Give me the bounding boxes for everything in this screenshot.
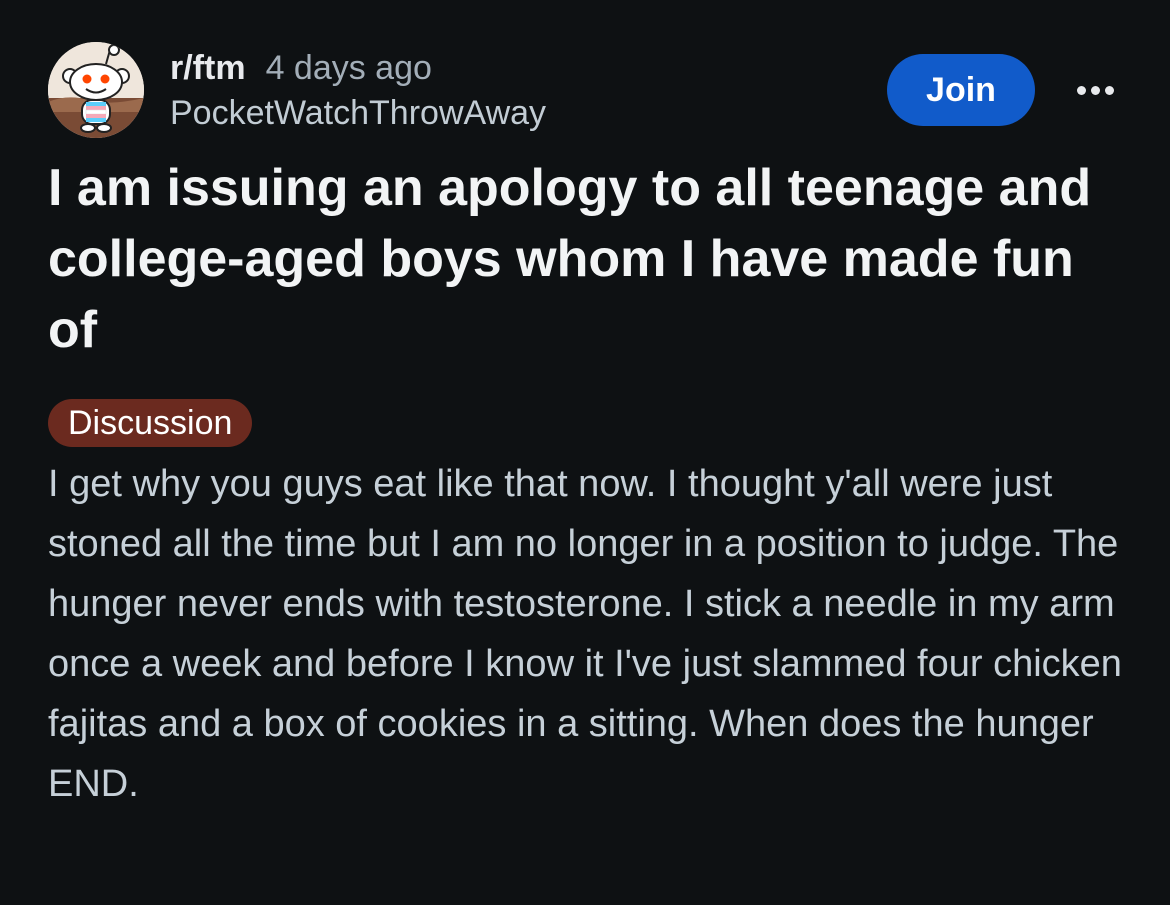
author-username[interactable]: PocketWatchThrowAway (170, 92, 546, 134)
more-horizontal-icon (1104, 85, 1114, 95)
post-body: I get why you guys eat like that now. I … (48, 463, 1122, 805)
more-horizontal-icon (1076, 85, 1086, 95)
post-meta: r/ftm 4 days ago PocketWatchThrowAway (170, 48, 546, 134)
post-flair[interactable]: Discussion (48, 399, 253, 447)
post-header: r/ftm 4 days ago PocketWatchThrowAway Joi… (48, 42, 1128, 142)
post-timestamp: 4 days ago (265, 49, 432, 87)
post-card: r/ftm 4 days ago PocketWatchThrowAway Joi… (0, 0, 1170, 905)
meta-row: r/ftm 4 days ago (170, 48, 546, 88)
join-button[interactable]: Join (887, 54, 1035, 126)
more-options-button[interactable] (1070, 72, 1120, 108)
subreddit-avatar[interactable] (48, 42, 144, 138)
more-horizontal-icon (1090, 85, 1100, 95)
subreddit-link[interactable]: r/ftm (170, 49, 246, 87)
snoo-icon (48, 42, 144, 138)
post-title[interactable]: I am issuing an apology to all teenage a… (48, 153, 1128, 366)
